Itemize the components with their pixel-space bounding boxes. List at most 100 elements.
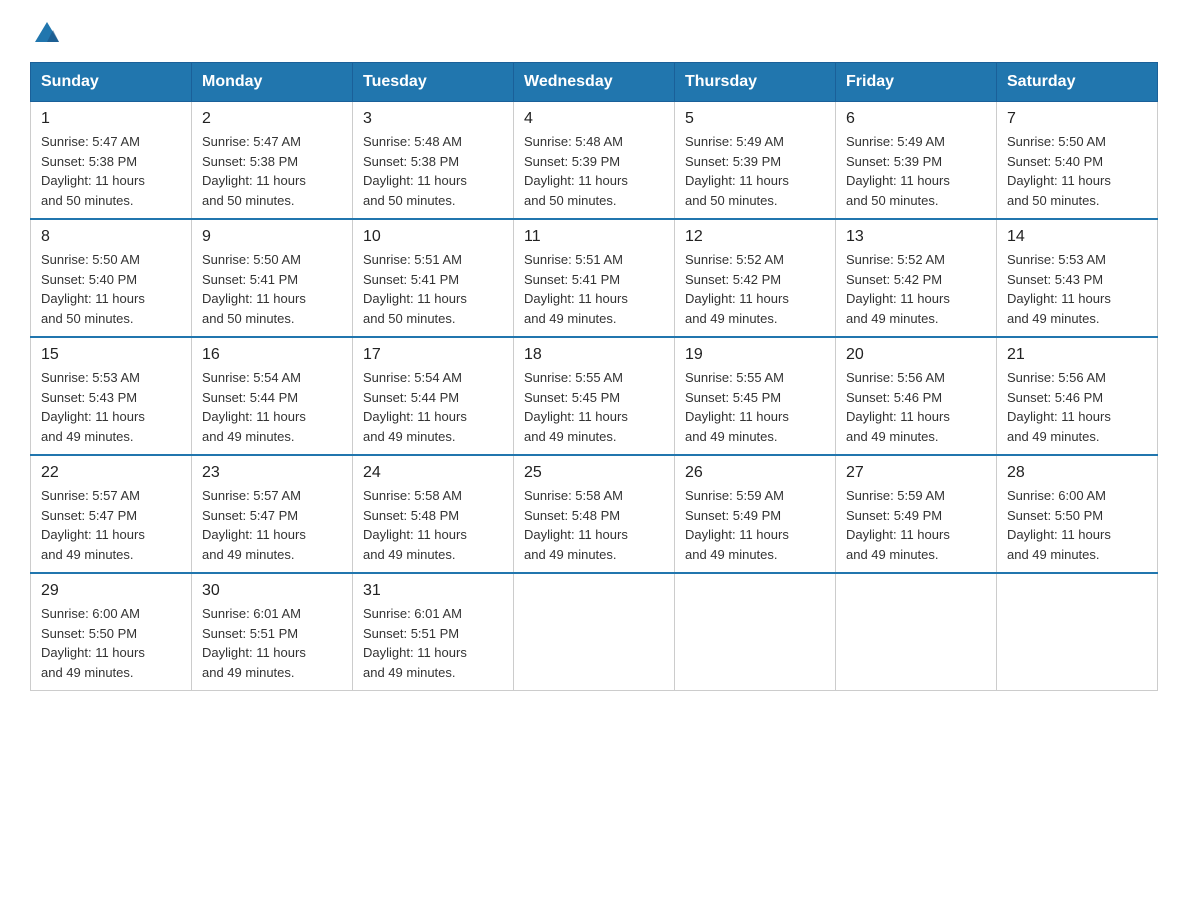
day-info: Sunrise: 5:51 AMSunset: 5:41 PMDaylight:…: [524, 250, 664, 328]
table-row: 20 Sunrise: 5:56 AMSunset: 5:46 PMDayligh…: [836, 337, 997, 455]
day-info: Sunrise: 5:50 AMSunset: 5:40 PMDaylight:…: [1007, 132, 1147, 210]
calendar-header-row: Sunday Monday Tuesday Wednesday Thursday…: [31, 63, 1158, 102]
table-row: 21 Sunrise: 5:56 AMSunset: 5:46 PMDayligh…: [997, 337, 1158, 455]
day-number: 25: [524, 464, 664, 482]
table-row: 5 Sunrise: 5:49 AMSunset: 5:39 PMDaylight…: [675, 102, 836, 220]
day-number: 8: [41, 228, 181, 246]
day-number: 2: [202, 110, 342, 128]
table-row: 9 Sunrise: 5:50 AMSunset: 5:41 PMDaylight…: [192, 219, 353, 337]
table-row: 24Sunrise: 5:58 AMSunset: 5:48 PMDayligh…: [353, 455, 514, 573]
day-number: 14: [1007, 228, 1147, 246]
day-number: 22: [41, 464, 181, 482]
table-row: 27 Sunrise: 5:59 AMSunset: 5:49 PMDayligh…: [836, 455, 997, 573]
day-number: 26: [685, 464, 825, 482]
table-row: 2 Sunrise: 5:47 AMSunset: 5:38 PMDaylight…: [192, 102, 353, 220]
col-thursday: Thursday: [675, 63, 836, 102]
table-row: [997, 573, 1158, 691]
table-row: 12 Sunrise: 5:52 AMSunset: 5:42 PMDayligh…: [675, 219, 836, 337]
day-info: Sunrise: 5:59 AMSunset: 5:49 PMDaylight:…: [685, 486, 825, 564]
table-row: [836, 573, 997, 691]
day-number: 4: [524, 110, 664, 128]
table-row: 1 Sunrise: 5:47 AMSunset: 5:38 PMDaylight…: [31, 102, 192, 220]
day-info: Sunrise: 5:57 AMSunset: 5:47 PMDaylight:…: [41, 486, 181, 564]
table-row: 30 Sunrise: 6:01 AMSunset: 5:51 PMDayligh…: [192, 573, 353, 691]
day-info: Sunrise: 5:49 AMSunset: 5:39 PMDaylight:…: [846, 132, 986, 210]
day-number: 3: [363, 110, 503, 128]
day-info: Sunrise: 5:48 AMSunset: 5:39 PMDaylight:…: [524, 132, 664, 210]
table-row: 6Sunrise: 5:49 AMSunset: 5:39 PMDaylight…: [836, 102, 997, 220]
day-info: Sunrise: 5:48 AMSunset: 5:38 PMDaylight:…: [363, 132, 503, 210]
day-number: 1: [41, 110, 181, 128]
day-info: Sunrise: 5:49 AMSunset: 5:39 PMDaylight:…: [685, 132, 825, 210]
calendar-week-row: 8 Sunrise: 5:50 AMSunset: 5:40 PMDaylight…: [31, 219, 1158, 337]
calendar-table: Sunday Monday Tuesday Wednesday Thursday…: [30, 62, 1158, 691]
day-number: 7: [1007, 110, 1147, 128]
day-number: 16: [202, 346, 342, 364]
day-number: 31: [363, 582, 503, 600]
day-info: Sunrise: 5:52 AMSunset: 5:42 PMDaylight:…: [685, 250, 825, 328]
day-info: Sunrise: 5:58 AMSunset: 5:48 PMDaylight:…: [524, 486, 664, 564]
day-number: 29: [41, 582, 181, 600]
calendar-week-row: 15 Sunrise: 5:53 AMSunset: 5:43 PMDayligh…: [31, 337, 1158, 455]
table-row: 8 Sunrise: 5:50 AMSunset: 5:40 PMDaylight…: [31, 219, 192, 337]
day-number: 21: [1007, 346, 1147, 364]
table-row: 25 Sunrise: 5:58 AMSunset: 5:48 PMDayligh…: [514, 455, 675, 573]
day-info: Sunrise: 5:55 AMSunset: 5:45 PMDaylight:…: [685, 368, 825, 446]
table-row: 16 Sunrise: 5:54 AMSunset: 5:44 PMDayligh…: [192, 337, 353, 455]
day-info: Sunrise: 5:47 AMSunset: 5:38 PMDaylight:…: [41, 132, 181, 210]
day-info: Sunrise: 5:59 AMSunset: 5:49 PMDaylight:…: [846, 486, 986, 564]
day-info: Sunrise: 5:50 AMSunset: 5:41 PMDaylight:…: [202, 250, 342, 328]
logo-triangle-icon: [33, 20, 61, 48]
day-info: Sunrise: 5:55 AMSunset: 5:45 PMDaylight:…: [524, 368, 664, 446]
day-number: 9: [202, 228, 342, 246]
day-number: 15: [41, 346, 181, 364]
col-friday: Friday: [836, 63, 997, 102]
day-info: Sunrise: 5:54 AMSunset: 5:44 PMDaylight:…: [202, 368, 342, 446]
day-number: 12: [685, 228, 825, 246]
day-info: Sunrise: 6:00 AMSunset: 5:50 PMDaylight:…: [41, 604, 181, 682]
day-info: Sunrise: 5:51 AMSunset: 5:41 PMDaylight:…: [363, 250, 503, 328]
day-info: Sunrise: 6:00 AMSunset: 5:50 PMDaylight:…: [1007, 486, 1147, 564]
day-number: 11: [524, 228, 664, 246]
day-number: 27: [846, 464, 986, 482]
table-row: 17Sunrise: 5:54 AMSunset: 5:44 PMDayligh…: [353, 337, 514, 455]
col-tuesday: Tuesday: [353, 63, 514, 102]
table-row: 19 Sunrise: 5:55 AMSunset: 5:45 PMDayligh…: [675, 337, 836, 455]
col-saturday: Saturday: [997, 63, 1158, 102]
day-info: Sunrise: 6:01 AMSunset: 5:51 PMDaylight:…: [363, 604, 503, 682]
day-number: 24: [363, 464, 503, 482]
table-row: 26 Sunrise: 5:59 AMSunset: 5:49 PMDayligh…: [675, 455, 836, 573]
day-info: Sunrise: 6:01 AMSunset: 5:51 PMDaylight:…: [202, 604, 342, 682]
table-row: 13 Sunrise: 5:52 AMSunset: 5:42 PMDayligh…: [836, 219, 997, 337]
day-info: Sunrise: 5:56 AMSunset: 5:46 PMDaylight:…: [1007, 368, 1147, 446]
day-number: 20: [846, 346, 986, 364]
table-row: [514, 573, 675, 691]
table-row: 7 Sunrise: 5:50 AMSunset: 5:40 PMDaylight…: [997, 102, 1158, 220]
day-info: Sunrise: 5:53 AMSunset: 5:43 PMDaylight:…: [41, 368, 181, 446]
table-row: 31 Sunrise: 6:01 AMSunset: 5:51 PMDayligh…: [353, 573, 514, 691]
day-number: 18: [524, 346, 664, 364]
table-row: 10 Sunrise: 5:51 AMSunset: 5:41 PMDayligh…: [353, 219, 514, 337]
table-row: 18 Sunrise: 5:55 AMSunset: 5:45 PMDayligh…: [514, 337, 675, 455]
table-row: 23Sunrise: 5:57 AMSunset: 5:47 PMDayligh…: [192, 455, 353, 573]
day-number: 5: [685, 110, 825, 128]
table-row: 15 Sunrise: 5:53 AMSunset: 5:43 PMDayligh…: [31, 337, 192, 455]
col-monday: Monday: [192, 63, 353, 102]
day-info: Sunrise: 5:57 AMSunset: 5:47 PMDaylight:…: [202, 486, 342, 564]
page-header: [30, 20, 1158, 44]
day-info: Sunrise: 5:50 AMSunset: 5:40 PMDaylight:…: [41, 250, 181, 328]
day-info: Sunrise: 5:47 AMSunset: 5:38 PMDaylight:…: [202, 132, 342, 210]
day-number: 30: [202, 582, 342, 600]
table-row: 3 Sunrise: 5:48 AMSunset: 5:38 PMDaylight…: [353, 102, 514, 220]
day-number: 19: [685, 346, 825, 364]
day-number: 28: [1007, 464, 1147, 482]
day-info: Sunrise: 5:54 AMSunset: 5:44 PMDaylight:…: [363, 368, 503, 446]
day-info: Sunrise: 5:52 AMSunset: 5:42 PMDaylight:…: [846, 250, 986, 328]
calendar-week-row: 1 Sunrise: 5:47 AMSunset: 5:38 PMDaylight…: [31, 102, 1158, 220]
table-row: [675, 573, 836, 691]
col-sunday: Sunday: [31, 63, 192, 102]
day-number: 13: [846, 228, 986, 246]
day-number: 10: [363, 228, 503, 246]
day-info: Sunrise: 5:56 AMSunset: 5:46 PMDaylight:…: [846, 368, 986, 446]
table-row: 22 Sunrise: 5:57 AMSunset: 5:47 PMDayligh…: [31, 455, 192, 573]
